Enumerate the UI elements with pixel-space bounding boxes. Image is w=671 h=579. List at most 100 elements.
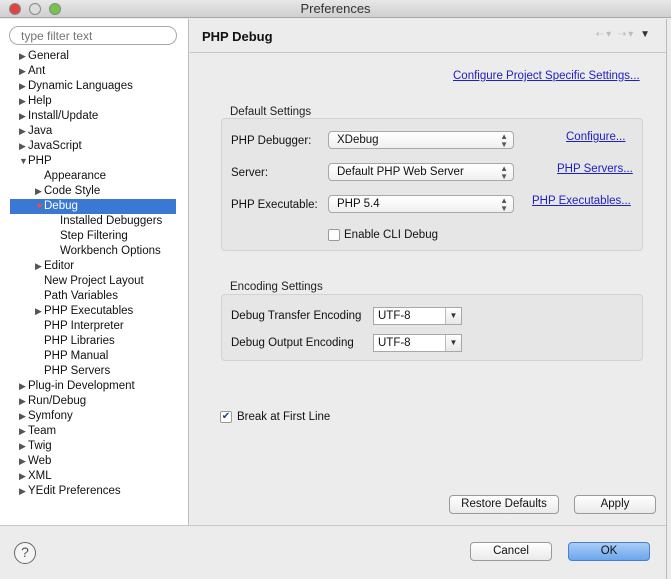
server-value: Default PHP Web Server [337, 166, 464, 178]
tree-item-label: PHP [28, 155, 52, 167]
collapsed-triangle-icon[interactable]: ▶ [35, 259, 42, 274]
tree-item-general[interactable]: ▶ General [0, 49, 188, 64]
ok-button[interactable]: OK [568, 542, 650, 561]
tree-item-path-variables[interactable]: Path Variables [0, 289, 188, 304]
restore-defaults-button[interactable]: Restore Defaults [449, 495, 559, 514]
window-title: Preferences [300, 1, 371, 16]
php-executable-select[interactable]: PHP 5.4 ▲ ▼ [328, 195, 514, 213]
collapsed-triangle-icon[interactable]: ▶ [19, 94, 26, 109]
tree-item-label: Debug [44, 200, 78, 212]
break-at-first-line-checkbox[interactable]: ✔ [220, 411, 232, 423]
collapsed-triangle-icon[interactable]: ▶ [19, 409, 26, 424]
collapsed-triangle-icon[interactable]: ▶ [35, 304, 42, 319]
default-settings-title: Default Settings [230, 106, 312, 118]
enable-cli-debug-label: Enable CLI Debug [344, 229, 438, 241]
collapsed-triangle-icon[interactable]: ▶ [19, 394, 26, 409]
view-menu-icon[interactable]: ▼ [640, 29, 652, 40]
tree-item-code-style[interactable]: ▶ Code Style [0, 184, 188, 199]
help-button[interactable]: ? [14, 542, 36, 564]
tree-item-workbench-options[interactable]: Workbench Options [0, 244, 188, 259]
debug-output-encoding-combo[interactable]: UTF-8 ▼ [373, 334, 462, 352]
preferences-tree: ▶ General ▶ Ant ▶ Dynamic Languages ▶ Help ▶ Inst… [0, 49, 188, 499]
collapsed-triangle-icon[interactable]: ▶ [19, 64, 26, 79]
php-debugger-select[interactable]: XDebug ▲ ▼ [328, 131, 514, 149]
tree-item-php-interpreter[interactable]: PHP Interpreter [0, 319, 188, 334]
tree-item-label: New Project Layout [44, 275, 144, 287]
php-debugger-value: XDebug [337, 134, 379, 146]
apply-button[interactable]: Apply [574, 495, 656, 514]
tree-item-label: Installed Debuggers [60, 215, 163, 227]
minimize-window-button[interactable] [29, 3, 41, 15]
collapsed-triangle-icon[interactable]: ▶ [19, 124, 26, 139]
server-select[interactable]: Default PHP Web Server ▲ ▼ [328, 163, 514, 181]
tree-item-label: JavaScript [28, 140, 82, 152]
expanded-triangle-icon[interactable]: ▼ [19, 154, 28, 169]
forward-icon[interactable]: ⇢▾ [618, 29, 635, 40]
tree-item-label: PHP Servers [44, 365, 111, 377]
tree-item-label: PHP Libraries [44, 335, 115, 347]
debug-transfer-encoding-combo[interactable]: UTF-8 ▼ [373, 307, 462, 325]
tree-item-team[interactable]: ▶ Team [0, 424, 188, 439]
tree-item-web[interactable]: ▶ Web [0, 454, 188, 469]
tree-item-dynamic-languages[interactable]: ▶ Dynamic Languages [0, 79, 188, 94]
collapsed-triangle-icon[interactable]: ▶ [19, 109, 26, 124]
collapsed-triangle-icon[interactable]: ▶ [19, 79, 26, 94]
collapsed-triangle-icon[interactable]: ▶ [19, 49, 26, 64]
tree-item-label: YEdit Preferences [28, 485, 121, 497]
tree-item-help[interactable]: ▶ Help [0, 94, 188, 109]
tree-item-php-servers[interactable]: PHP Servers [0, 364, 188, 379]
tree-item-install-update[interactable]: ▶ Install/Update [0, 109, 188, 124]
dropdown-icon[interactable]: ▼ [445, 308, 461, 324]
zoom-window-button[interactable] [49, 3, 61, 15]
tree-item-label: Step Filtering [60, 230, 128, 242]
tree-item-label: PHP Manual [44, 350, 109, 362]
tree-item-javascript[interactable]: ▶ JavaScript [0, 139, 188, 154]
tree-item-xml[interactable]: ▶ XML [0, 469, 188, 484]
dropdown-icon[interactable]: ▼ [445, 335, 461, 351]
tree-item-plug-in-development[interactable]: ▶ Plug-in Development [0, 379, 188, 394]
tree-item-twig[interactable]: ▶ Twig [0, 439, 188, 454]
configure-project-settings-link[interactable]: Configure Project Specific Settings... [453, 70, 640, 82]
tree-item-java[interactable]: ▶ Java [0, 124, 188, 139]
cancel-button[interactable]: Cancel [470, 542, 552, 561]
close-window-button[interactable] [9, 3, 21, 15]
tree-item-installed-debuggers[interactable]: Installed Debuggers [0, 214, 188, 229]
tree-item-php-executables[interactable]: ▶ PHP Executables [0, 304, 188, 319]
configure-link[interactable]: Configure... [566, 131, 625, 143]
tree-item-label: Plug-in Development [28, 380, 135, 392]
window-border [666, 19, 667, 579]
debug-transfer-encoding-label: Debug Transfer Encoding [231, 310, 362, 322]
tree-item-debug[interactable]: ▼ Debug [10, 199, 176, 214]
collapsed-triangle-icon[interactable]: ▶ [19, 139, 26, 154]
updown-icon: ▲ ▼ [500, 132, 508, 149]
tree-item-php[interactable]: ▼ PHP [0, 154, 188, 169]
tree-item-symfony[interactable]: ▶ Symfony [0, 409, 188, 424]
tree-item-yedit-preferences[interactable]: ▶ YEdit Preferences [0, 484, 188, 499]
php-executables-link[interactable]: PHP Executables... [532, 195, 631, 207]
back-icon[interactable]: ⇠▾ [596, 29, 613, 40]
tree-item-step-filtering[interactable]: Step Filtering [0, 229, 188, 244]
tree-item-label: Symfony [28, 410, 73, 422]
server-label: Server: [231, 167, 269, 179]
filter-input[interactable] [9, 26, 177, 45]
tree-item-editor[interactable]: ▶ Editor [0, 259, 188, 274]
collapsed-triangle-icon[interactable]: ▶ [19, 439, 26, 454]
tree-item-label: Help [28, 95, 52, 107]
collapsed-triangle-icon[interactable]: ▶ [19, 469, 26, 484]
tree-item-php-libraries[interactable]: PHP Libraries [0, 334, 188, 349]
collapsed-triangle-icon[interactable]: ▶ [19, 424, 26, 439]
tree-item-label: Web [28, 455, 52, 467]
collapsed-triangle-icon[interactable]: ▶ [19, 484, 26, 499]
enable-cli-debug-checkbox[interactable] [328, 229, 340, 241]
collapsed-triangle-icon[interactable]: ▶ [19, 454, 26, 469]
expanded-triangle-icon[interactable]: ▼ [35, 199, 44, 214]
tree-item-run-debug[interactable]: ▶ Run/Debug [0, 394, 188, 409]
tree-item-appearance[interactable]: Appearance [0, 169, 188, 184]
tree-item-new-project-layout[interactable]: New Project Layout [0, 274, 188, 289]
collapsed-triangle-icon[interactable]: ▶ [35, 184, 42, 199]
collapsed-triangle-icon[interactable]: ▶ [19, 379, 26, 394]
tree-item-php-manual[interactable]: PHP Manual [0, 349, 188, 364]
php-servers-link[interactable]: PHP Servers... [557, 163, 633, 175]
tree-item-ant[interactable]: ▶ Ant [0, 64, 188, 79]
tree-item-label: Run/Debug [28, 395, 87, 407]
